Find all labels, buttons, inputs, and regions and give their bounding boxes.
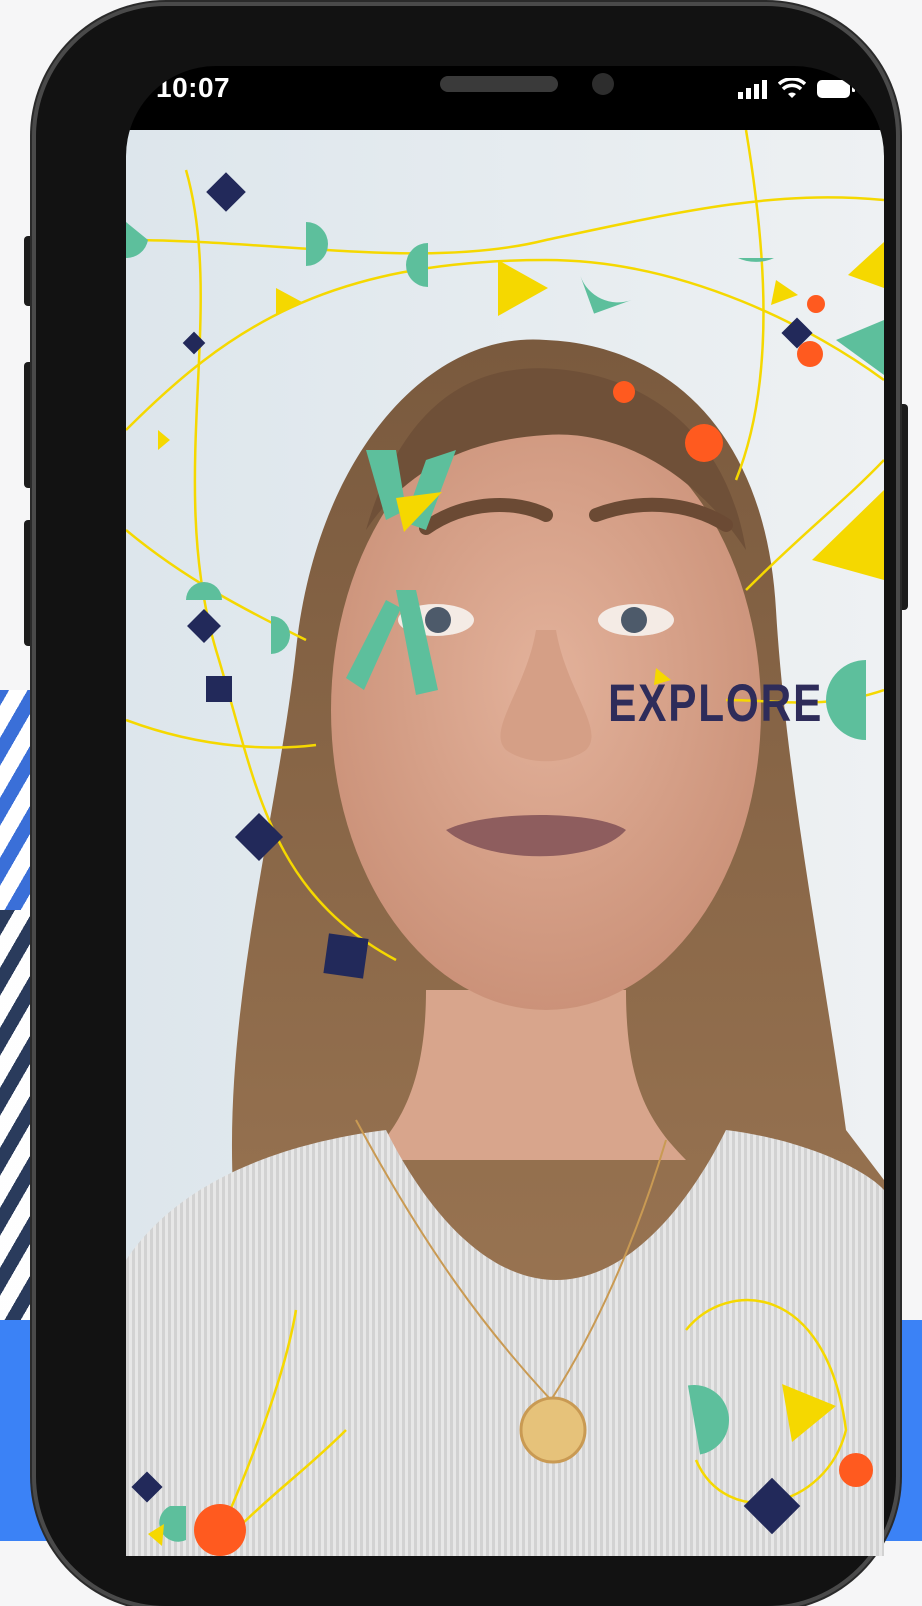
power-button (894, 404, 908, 610)
explore-face-text: EXPLORE (608, 675, 823, 734)
front-camera (592, 73, 614, 95)
speaker-grille (440, 76, 558, 92)
phone-frame: 10:07 EXPLORE (36, 6, 896, 1606)
ar-camera-scene: EXPLORE (126, 130, 884, 1556)
status-time: 10:07 (156, 72, 231, 103)
battery-icon (816, 78, 856, 105)
ar-camera-view[interactable]: EXPLORE (126, 130, 884, 1556)
necklace-pendant (519, 1396, 587, 1464)
status-icons (738, 77, 856, 105)
right-iris (621, 607, 647, 633)
left-iris (425, 607, 451, 633)
cellular-signal-icon (738, 79, 768, 104)
notch (296, 66, 724, 124)
status-bar: 10:07 (126, 66, 884, 130)
wifi-icon (777, 77, 807, 105)
phone-screen: 10:07 EXPLORE (126, 66, 884, 1556)
